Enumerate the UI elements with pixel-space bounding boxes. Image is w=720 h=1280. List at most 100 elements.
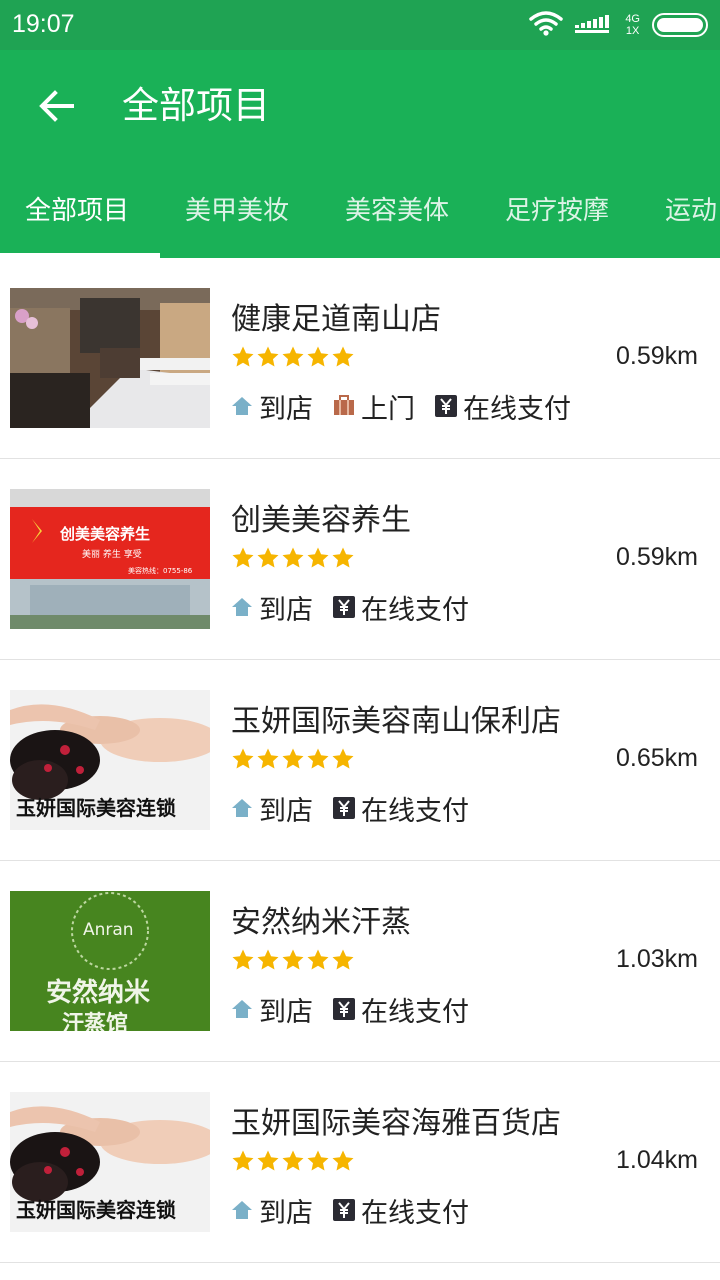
- image-sign-subtext: 汗蒸馆: [62, 1011, 128, 1031]
- tag-label: 到店: [259, 795, 313, 827]
- massage-woman-image: 玉妍国际美容连锁: [10, 1092, 210, 1232]
- massage-woman-image: 玉妍国际美容连锁: [10, 690, 210, 830]
- network-bottom: 1X: [625, 25, 640, 37]
- rating-stars: [231, 747, 355, 773]
- salon-interior-image: [10, 288, 210, 428]
- star-icon: [257, 547, 279, 568]
- rating-stars: [231, 345, 355, 371]
- service-tags: 到店 在线支付: [231, 990, 489, 1029]
- shop-row[interactable]: Anran 安然纳米 汗蒸馆 安然纳米汗蒸 1.03km 到店 在线支付: [0, 861, 720, 1062]
- green-sign-image: Anran 安然纳米 汗蒸馆: [10, 891, 210, 1031]
- app-bar: 全部项目: [0, 50, 720, 162]
- image-sign-phone: 美容热线：0755-86: [128, 566, 193, 575]
- yuan-icon: [435, 395, 457, 417]
- status-icons: 4G 1X: [529, 10, 708, 40]
- rating-stars: [231, 948, 355, 974]
- star-icon: [232, 1150, 254, 1171]
- image-sign-text: 玉妍国际美容连锁: [16, 796, 176, 820]
- tag-label: 到店: [259, 594, 313, 626]
- page-title: 全部项目: [122, 84, 270, 127]
- tag-label: 在线支付: [361, 594, 469, 626]
- tag-label: 在线支付: [361, 1197, 469, 1229]
- star-icon: [282, 949, 304, 970]
- tab-foot-massage[interactable]: 足疗按摩: [505, 190, 609, 227]
- shop-distance: 1.04km: [616, 1146, 698, 1174]
- suitcase-icon: [334, 395, 354, 415]
- tag-online-pay: 在线支付: [435, 387, 571, 426]
- shop-row[interactable]: 创美美容养生 美丽 养生 享受 美容热线：0755-86 创美美容养生 0.59…: [0, 459, 720, 660]
- star-icon: [282, 1150, 304, 1171]
- image-sign-subtext: 美丽 养生 享受: [82, 548, 142, 560]
- tag-online-pay: 在线支付: [333, 588, 469, 627]
- status-time: 19:07: [12, 10, 75, 38]
- shop-thumbnail: 玉妍国际美容连锁: [10, 690, 210, 830]
- tag-in-store: 到店: [231, 588, 313, 627]
- star-icon: [307, 547, 329, 568]
- status-bar: 19:07 4G 1X: [0, 0, 720, 50]
- star-icon: [282, 547, 304, 568]
- tab-beauty-body[interactable]: 美容美体: [345, 190, 449, 227]
- shop-thumbnail: 玉妍国际美容连锁: [10, 1092, 210, 1232]
- shop-thumbnail: Anran 安然纳米 汗蒸馆: [10, 891, 210, 1031]
- service-tags: 到店 在线支付: [231, 789, 489, 828]
- star-icon: [332, 1150, 354, 1171]
- tag-online-pay: 在线支付: [333, 1191, 469, 1230]
- star-icon: [232, 346, 254, 367]
- home-icon: [232, 1201, 252, 1219]
- tag-label: 在线支付: [361, 996, 469, 1028]
- tag-online-pay: 在线支付: [333, 990, 469, 1029]
- rating-stars: [231, 546, 355, 572]
- category-tabs: 全部项目 美甲美妆 美容美体 足疗按摩 运动: [0, 162, 720, 258]
- network-type: 4G 1X: [625, 13, 640, 37]
- service-tags: 到店 在线支付: [231, 588, 489, 627]
- battery-icon: [652, 13, 708, 37]
- shop-distance: 1.03km: [616, 945, 698, 973]
- shop-name: 安然纳米汗蒸: [231, 905, 411, 940]
- tab-nails-makeup[interactable]: 美甲美妆: [185, 190, 289, 227]
- yuan-icon: [333, 797, 355, 819]
- yuan-icon: [333, 1199, 355, 1221]
- shop-distance: 0.59km: [616, 342, 698, 370]
- star-icon: [282, 346, 304, 367]
- yuan-icon: [333, 596, 355, 618]
- shop-thumbnail: [10, 288, 210, 428]
- tag-label: 到店: [259, 1197, 313, 1229]
- tag-in-store: 到店: [231, 990, 313, 1029]
- star-icon: [257, 949, 279, 970]
- star-icon: [232, 949, 254, 970]
- tag-label: 在线支付: [361, 795, 469, 827]
- back-arrow-icon: [39, 90, 74, 122]
- tag-in-store: 到店: [231, 387, 313, 426]
- shop-row[interactable]: 健康足道南山店 0.59km 到店 上门 在线支付: [0, 258, 720, 459]
- tag-in-store: 到店: [231, 789, 313, 828]
- tag-online-pay: 在线支付: [333, 789, 469, 828]
- wifi-icon: [529, 10, 564, 40]
- star-icon: [232, 748, 254, 769]
- star-icon: [307, 1150, 329, 1171]
- tag-label: 上门: [361, 393, 415, 425]
- star-icon: [332, 346, 354, 367]
- shop-name: 玉妍国际美容海雅百货店: [231, 1106, 561, 1141]
- star-icon: [232, 547, 254, 568]
- star-icon: [332, 949, 354, 970]
- image-sign-brand: Anran: [83, 920, 134, 940]
- shop-name: 创美美容养生: [231, 503, 411, 538]
- tag-label: 到店: [259, 996, 313, 1028]
- tab-all[interactable]: 全部项目: [25, 190, 129, 227]
- rating-stars: [231, 1149, 355, 1175]
- shop-distance: 0.65km: [616, 744, 698, 772]
- back-button[interactable]: [30, 80, 82, 132]
- image-sign-text: 安然纳米: [46, 977, 150, 1008]
- shop-thumbnail: 创美美容养生 美丽 养生 享受 美容热线：0755-86: [10, 489, 210, 629]
- tag-label: 到店: [259, 393, 313, 425]
- shop-row[interactable]: 玉妍国际美容连锁 玉妍国际美容海雅百货店 1.04km 到店 在线支付: [0, 1062, 720, 1263]
- shop-name: 玉妍国际美容南山保利店: [231, 704, 561, 739]
- shop-distance: 0.59km: [616, 543, 698, 571]
- shop-row[interactable]: 玉妍国际美容连锁 玉妍国际美容南山保利店 0.65km 到店 在线支付: [0, 660, 720, 861]
- star-icon: [307, 949, 329, 970]
- home-icon: [232, 397, 252, 415]
- shop-list: 健康足道南山店 0.59km 到店 上门 在线支付 创美美容养生 美丽 养生 享…: [0, 258, 720, 1263]
- tab-sports[interactable]: 运动: [665, 190, 717, 227]
- star-icon: [332, 748, 354, 769]
- home-icon: [232, 1000, 252, 1018]
